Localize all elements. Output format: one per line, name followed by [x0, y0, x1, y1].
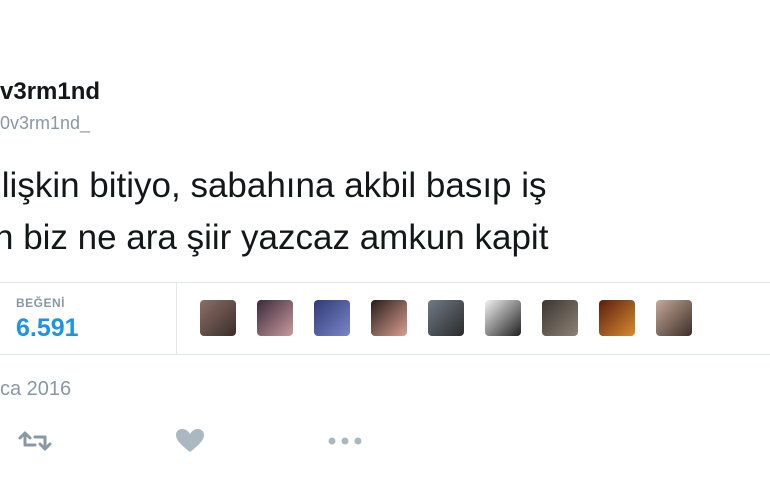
avatar[interactable]: [257, 300, 293, 336]
tweet-text-line: ilişkin bitiyo, sabahına akbil basıp iş: [0, 166, 547, 205]
avatar[interactable]: [485, 300, 521, 336]
avatar[interactable]: [599, 300, 635, 336]
divider: [0, 354, 770, 355]
user-handle[interactable]: 0v3rm1nd_: [0, 113, 90, 134]
divider: [0, 282, 770, 283]
tweet-text-line: n biz ne ara şiir yazcaz amkun kapit: [0, 218, 549, 257]
heart-icon: [176, 429, 204, 452]
likes-label: BEĞENİ: [16, 296, 66, 310]
retweet-icon: [18, 431, 52, 451]
avatar[interactable]: [428, 300, 464, 336]
more-button[interactable]: [325, 425, 365, 457]
avatar[interactable]: [656, 300, 692, 336]
retweet-button[interactable]: [15, 425, 55, 457]
avatar[interactable]: [200, 300, 236, 336]
avatar[interactable]: [371, 300, 407, 336]
like-button[interactable]: [170, 425, 210, 457]
stat-divider: [176, 282, 177, 354]
tweet-timestamp[interactable]: ca 2016: [0, 378, 71, 401]
tweet-text: ilişkin bitiyo, sabahına akbil basıp iş …: [0, 160, 548, 264]
likes-count: 6.591: [16, 314, 79, 342]
avatar[interactable]: [314, 300, 350, 336]
avatar[interactable]: [542, 300, 578, 336]
more-icon: [328, 437, 362, 445]
display-name[interactable]: v3rm1nd: [0, 78, 100, 106]
